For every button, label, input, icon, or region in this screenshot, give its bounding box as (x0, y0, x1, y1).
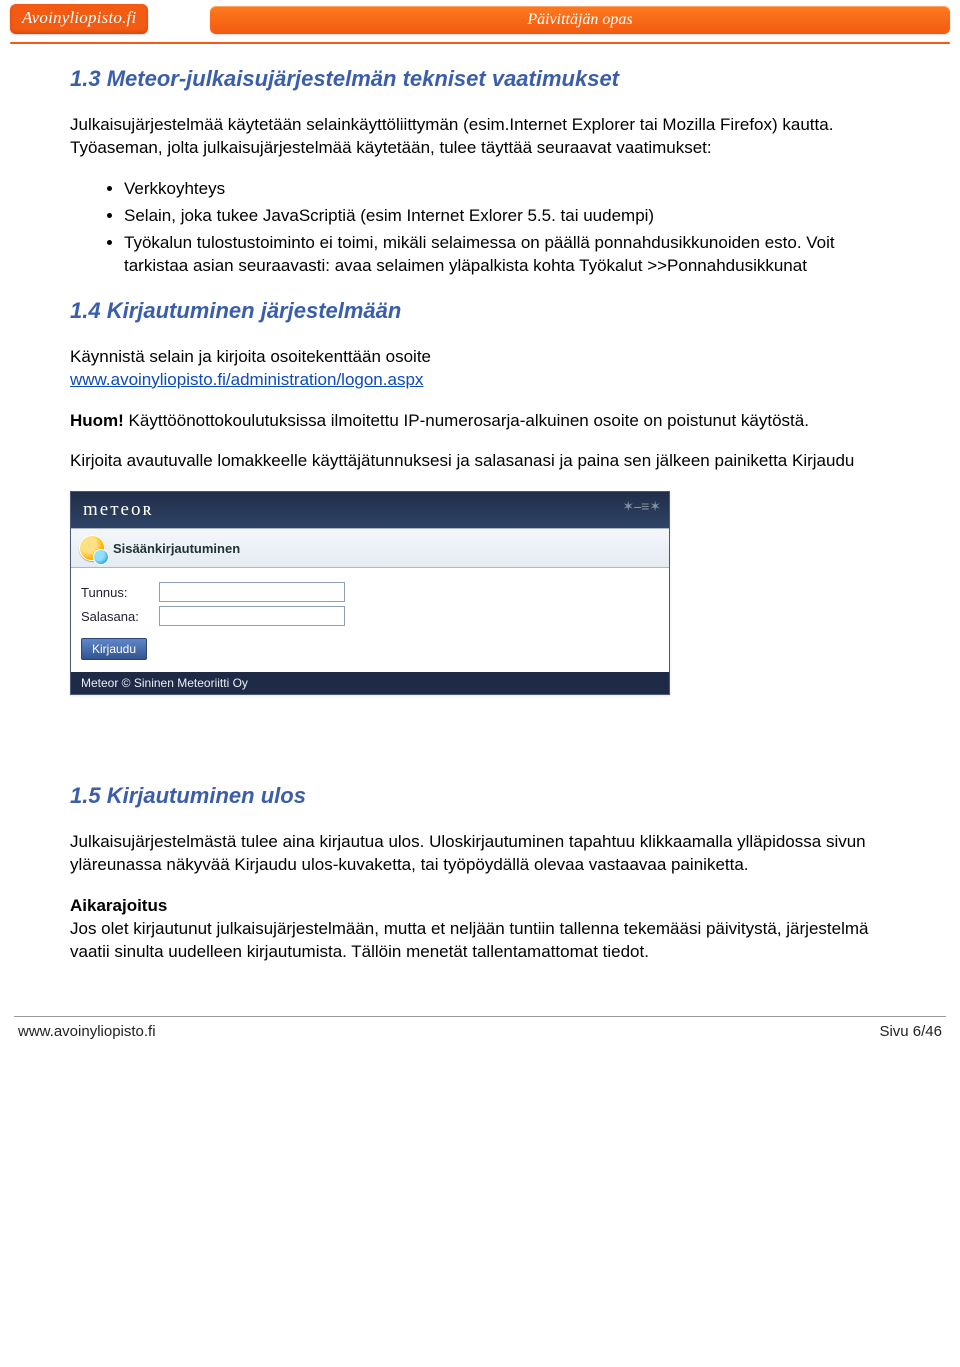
header-divider (10, 42, 950, 44)
password-label: Salasana: (81, 609, 159, 624)
list-item: Selain, joka tukee JavaScriptiä (esim In… (124, 205, 890, 228)
page-header: Avoinyliopisto.fi Päivittäjän opas (10, 6, 950, 38)
huom-text: Käyttöönottokoulutuksissa ilmoitettu IP-… (124, 411, 809, 430)
huom-label: Huom! (70, 411, 124, 430)
timeout-label: Aikarajoitus (70, 896, 167, 915)
requirements-list: Verkkoyhteys Selain, joka tukee JavaScri… (98, 178, 890, 278)
page-content: 1.3 Meteor-julkaisujärjestelmän tekniset… (0, 66, 960, 964)
section-1-4-instruction: Kirjoita avautuvalle lomakkeelle käyttäj… (70, 450, 890, 473)
login-row-pass: Salasana: (81, 606, 659, 626)
login-brand-bar: meтeoʀ ✶⎯≡✶ (71, 492, 669, 528)
logo-text: Avoinyliopisto.fi (22, 8, 136, 27)
huom-paragraph: Huom! Käyttöönottokoulutuksissa ilmoitet… (70, 410, 890, 433)
section-1-5-title: 1.5 Kirjautuminen ulos (70, 783, 890, 809)
login-url-link[interactable]: www.avoinyliopisto.fi/administration/log… (70, 370, 423, 389)
brand-decoration-icon: ✶⎯≡✶ (622, 498, 661, 515)
login-subheader: Sisäänkirjautuminen (71, 528, 669, 568)
username-label: Tunnus: (81, 585, 159, 600)
username-input[interactable] (159, 582, 345, 602)
login-panel-title: Sisäänkirjautuminen (113, 541, 240, 556)
login-form: Tunnus: Salasana: Kirjaudu (71, 568, 669, 672)
section-1-4-intro: Käynnistä selain ja kirjoita osoitekentt… (70, 346, 890, 392)
logo-badge: Avoinyliopisto.fi (10, 4, 148, 34)
section-1-5-p1: Julkaisujärjestelmästä tulee aina kirjau… (70, 831, 890, 877)
doc-title-bar: Päivittäjän opas (210, 6, 950, 34)
user-login-icon (79, 535, 105, 561)
footer-left: www.avoinyliopisto.fi (18, 1023, 156, 1040)
section-1-5-timeout: Aikarajoitus Jos olet kirjautunut julkai… (70, 895, 890, 964)
password-input[interactable] (159, 606, 345, 626)
login-brand-text: meтeoʀ (71, 492, 669, 521)
login-button[interactable]: Kirjaudu (81, 638, 147, 660)
list-item: Verkkoyhteys (124, 178, 890, 201)
login-footer: Meteor © Sininen Meteoriitti Oy (71, 672, 669, 694)
list-item: Työkalun tulostustoiminto ei toimi, mikä… (124, 232, 890, 278)
doc-title: Päivittäjän opas (527, 11, 632, 28)
footer-right: Sivu 6/46 (879, 1023, 942, 1040)
section-1-3-title: 1.3 Meteor-julkaisujärjestelmän tekniset… (70, 66, 890, 92)
timeout-text: Jos olet kirjautunut julkaisujärjestelmä… (70, 919, 868, 961)
login-row-user: Tunnus: (81, 582, 659, 602)
page-footer: www.avoinyliopisto.fi Sivu 6/46 (14, 1016, 946, 1040)
section-1-4-title: 1.4 Kirjautuminen järjestelmään (70, 298, 890, 324)
section-1-3-intro: Julkaisujärjestelmää käytetään selainkäy… (70, 114, 890, 160)
meteor-login-panel: meтeoʀ ✶⎯≡✶ Sisäänkirjautuminen Tunnus: … (70, 491, 670, 695)
section-1-4-intro-text: Käynnistä selain ja kirjoita osoitekentt… (70, 347, 431, 366)
